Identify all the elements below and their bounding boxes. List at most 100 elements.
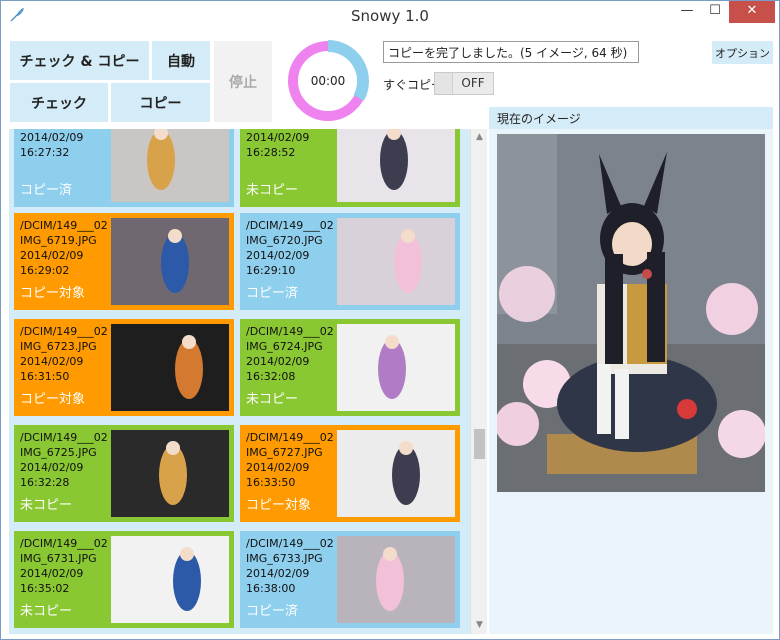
- thumbnail-card[interactable]: /DCIM/149___02 IMG_6725.JPG 2014/02/09 16:3…: [14, 425, 234, 522]
- thumbnail-status: コピー対象: [20, 392, 86, 407]
- thumbnail-status: 未コピー: [20, 604, 73, 619]
- close-button[interactable]: ✕: [729, 1, 775, 23]
- thumbnail-image: [111, 430, 229, 517]
- thumbnail-image: [337, 430, 455, 517]
- toggle-knob[interactable]: [435, 73, 453, 94]
- title-bar: Snowy 1.0 — ☐ ✕: [1, 1, 779, 31]
- thumbnail-info: IMG_6717.JPG2014/02/0916:27:32: [20, 129, 120, 160]
- check-button[interactable]: チェック: [9, 82, 109, 123]
- thumbnail-info: /DCIM/149___02 IMG_6723.JPG 2014/02/09 16:3…: [20, 324, 120, 384]
- thumbnail-time: 16:28:52: [246, 146, 296, 159]
- maximize-button[interactable]: ☐: [701, 1, 729, 23]
- thumbnail-date: 2014/02/09: [20, 567, 84, 580]
- thumbnail-status: コピー済: [246, 286, 299, 301]
- thumbnail-info: IMG_6718.JPG2014/02/0916:28:52: [246, 129, 346, 160]
- thumbnail-date: 2014/02/09: [20, 461, 84, 474]
- thumbnail-image: [337, 536, 455, 623]
- thumbnail-file: IMG_6731.JPG: [20, 552, 97, 565]
- thumbnail-info: /DCIM/149___02 IMG_6727.JPG 2014/02/09 16:3…: [246, 430, 346, 490]
- status-message-box: コピーを完了しました。(5 イメージ, 64 秒): [383, 41, 639, 63]
- current-image-preview: [497, 134, 765, 492]
- immediate-copy-toggle[interactable]: OFF: [434, 72, 494, 95]
- thumbnail-folder: /DCIM/149___02: [20, 537, 108, 550]
- thumbnail-card[interactable]: /DCIM/149___02 IMG_6719.JPG 2014/02/09 16:2…: [14, 213, 234, 310]
- current-image-header: 現在のイメージ: [489, 107, 773, 129]
- thumbnail-file: IMG_6720.JPG: [246, 234, 323, 247]
- thumbnail-file: IMG_6723.JPG: [20, 340, 97, 353]
- thumbnail-image: [337, 324, 455, 411]
- toggle-state-text: OFF: [461, 76, 485, 90]
- thumbnail-image: [111, 324, 229, 411]
- thumbnail-file: IMG_6727.JPG: [246, 446, 323, 459]
- thumbnail-time: 16:38:00: [246, 582, 296, 595]
- thumbnail-info: /DCIM/149___02 IMG_6724.JPG 2014/02/09 16:3…: [246, 324, 346, 384]
- stop-button[interactable]: 停止: [213, 40, 273, 123]
- thumbnail-date: 2014/02/09: [246, 131, 310, 144]
- thumbnail-time: 16:29:02: [20, 264, 70, 277]
- thumbnail-card[interactable]: IMG_6718.JPG2014/02/0916:28:52未コピー: [240, 129, 460, 207]
- thumbnail-time: 16:27:32: [20, 146, 70, 159]
- thumbnail-date: 2014/02/09: [246, 249, 310, 262]
- options-button[interactable]: オプション: [712, 41, 773, 64]
- thumbnail-card[interactable]: /DCIM/149___02 IMG_6720.JPG 2014/02/09 16:2…: [240, 213, 460, 310]
- thumbnail-file: IMG_6724.JPG: [246, 340, 323, 353]
- copy-button[interactable]: コピー: [110, 82, 211, 123]
- thumbnail-status: 未コピー: [20, 498, 73, 513]
- thumbnail-date: 2014/02/09: [20, 249, 84, 262]
- thumbnail-date: 2014/02/09: [246, 461, 310, 474]
- thumbnail-image: [111, 129, 229, 202]
- thumbnail-status: コピー済: [246, 604, 299, 619]
- thumbnail-info: /DCIM/149___02 IMG_6725.JPG 2014/02/09 16:3…: [20, 430, 120, 490]
- list-scrollbar[interactable]: ▲ ▼: [470, 129, 487, 634]
- thumbnail-status: コピー対象: [20, 286, 86, 301]
- thumbnail-folder: /DCIM/149___02: [20, 325, 108, 338]
- thumbnail-folder: /DCIM/149___02: [246, 325, 334, 338]
- thumbnail-time: 16:33:50: [246, 476, 296, 489]
- chevron-up-icon[interactable]: ▲: [471, 129, 488, 146]
- thumbnail-image: [111, 218, 229, 305]
- timer-text: 00:00: [310, 74, 346, 88]
- thumbnail-date: 2014/02/09: [20, 355, 84, 368]
- thumbnail-folder: /DCIM/149___02: [20, 431, 108, 444]
- thumbnail-status: コピー対象: [246, 498, 312, 513]
- chevron-down-icon[interactable]: ▼: [471, 617, 488, 634]
- scrollbar-thumb[interactable]: [474, 429, 485, 459]
- thumbnail-time: 16:31:50: [20, 370, 70, 383]
- thumbnail-card[interactable]: /DCIM/149___02 IMG_6727.JPG 2014/02/09 16:3…: [240, 425, 460, 522]
- thumbnail-date: 2014/02/09: [20, 131, 84, 144]
- thumbnail-card[interactable]: /DCIM/149___02 IMG_6731.JPG 2014/02/09 16:3…: [14, 531, 234, 628]
- thumbnail-folder: /DCIM/149___02: [246, 431, 334, 444]
- thumbnail-list: IMG_6717.JPG2014/02/0916:27:32コピー済IMG_67…: [9, 129, 487, 634]
- window-title: Snowy 1.0: [351, 7, 429, 25]
- thumbnail-status: 未コピー: [246, 183, 299, 198]
- thumbnail-card[interactable]: IMG_6717.JPG2014/02/0916:27:32コピー済: [14, 129, 234, 207]
- thumbnail-info: /DCIM/149___02 IMG_6731.JPG 2014/02/09 16:3…: [20, 536, 120, 596]
- thumbnail-folder: /DCIM/149___02: [246, 537, 334, 550]
- thumbnail-info: /DCIM/149___02 IMG_6720.JPG 2014/02/09 16:2…: [246, 218, 346, 278]
- thumbnail-date: 2014/02/09: [246, 355, 310, 368]
- minimize-button[interactable]: —: [673, 1, 701, 23]
- thumbnail-card[interactable]: /DCIM/149___02 IMG_6724.JPG 2014/02/09 16:3…: [240, 319, 460, 416]
- auto-button[interactable]: 自動: [151, 40, 211, 81]
- thumbnail-folder: /DCIM/149___02: [20, 219, 108, 232]
- thumbnail-info: /DCIM/149___02 IMG_6733.JPG 2014/02/09 16:3…: [246, 536, 346, 596]
- thumbnail-date: 2014/02/09: [246, 567, 310, 580]
- thumbnail-folder: /DCIM/149___02: [246, 219, 334, 232]
- thumbnail-card[interactable]: /DCIM/149___02 IMG_6733.JPG 2014/02/09 16:3…: [240, 531, 460, 628]
- thumbnail-status: コピー済: [20, 183, 73, 198]
- thumbnail-image: [111, 536, 229, 623]
- thumbnail-status: 未コピー: [246, 392, 299, 407]
- thumbnail-card[interactable]: /DCIM/149___02 IMG_6723.JPG 2014/02/09 16:3…: [14, 319, 234, 416]
- app-window: Snowy 1.0 — ☐ ✕ チェック & コピー 自動 チェック コピー 停…: [0, 0, 780, 640]
- thumbnail-time: 16:32:28: [20, 476, 70, 489]
- thumbnail-image: [337, 218, 455, 305]
- thumbnail-image: [337, 129, 455, 202]
- check-and-copy-button[interactable]: チェック & コピー: [9, 40, 150, 81]
- thumbnail-time: 16:29:10: [246, 264, 296, 277]
- thumbnail-info: /DCIM/149___02 IMG_6719.JPG 2014/02/09 16:2…: [20, 218, 120, 278]
- thumbnail-time: 16:32:08: [246, 370, 296, 383]
- thumbnail-file: IMG_6733.JPG: [246, 552, 323, 565]
- thumbnail-file: IMG_6725.JPG: [20, 446, 97, 459]
- thumbnail-time: 16:35:02: [20, 582, 70, 595]
- thumbnail-file: IMG_6719.JPG: [20, 234, 97, 247]
